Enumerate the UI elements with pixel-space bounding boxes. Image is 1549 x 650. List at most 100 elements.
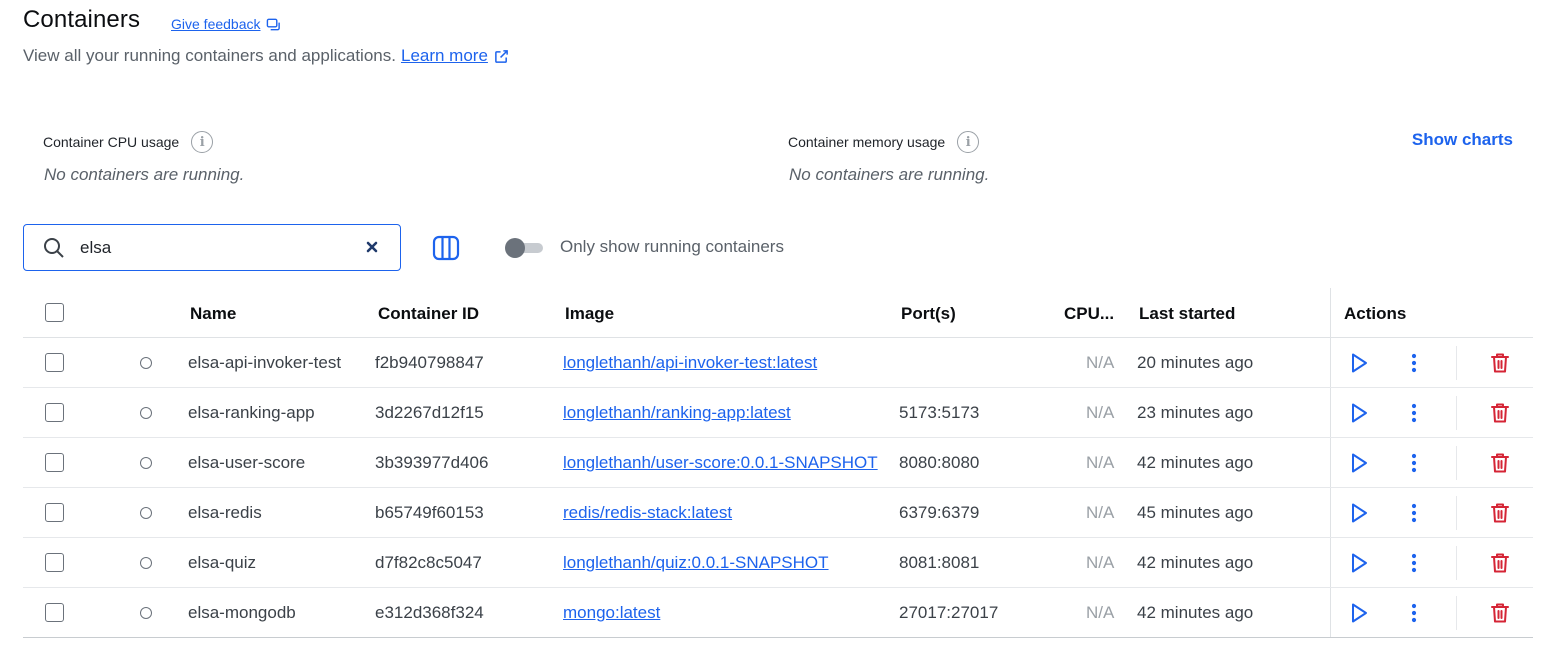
search-input[interactable]	[80, 237, 350, 258]
stopped-status-icon	[140, 407, 152, 419]
trash-icon	[1491, 603, 1509, 623]
col-image[interactable]: Image	[565, 304, 614, 324]
container-name[interactable]: elsa-mongodb	[188, 603, 296, 623]
learn-more-link[interactable]: Learn more	[401, 46, 509, 66]
start-button[interactable]	[1346, 350, 1372, 376]
col-name[interactable]: Name	[190, 304, 236, 324]
container-name[interactable]: elsa-quiz	[188, 553, 256, 573]
start-button[interactable]	[1346, 550, 1372, 576]
container-id: 3d2267d12f15	[375, 403, 484, 422]
container-image-link[interactable]: longlethanh/user-score:0.0.1-SNAPSHOT	[563, 453, 878, 473]
container-cpu: N/A	[1086, 553, 1115, 572]
container-image-link[interactable]: mongo:latest	[563, 603, 660, 623]
more-vertical-icon	[1411, 503, 1417, 523]
row-checkbox[interactable]	[45, 403, 64, 422]
play-icon	[1352, 353, 1367, 373]
running-only-toggle[interactable]	[505, 238, 543, 258]
play-icon	[1352, 453, 1367, 473]
container-ports[interactable]: 6379:6379	[899, 503, 979, 523]
delete-button[interactable]	[1487, 500, 1513, 526]
memory-usage-empty: No containers are running.	[789, 165, 990, 184]
more-actions-button[interactable]	[1401, 550, 1427, 576]
col-ports[interactable]: Port(s)	[901, 304, 956, 324]
memory-usage-label: Container memory usage i	[788, 131, 980, 153]
more-actions-button[interactable]	[1401, 600, 1427, 626]
row-checkbox[interactable]	[45, 503, 64, 522]
delete-button[interactable]	[1487, 350, 1513, 376]
container-name[interactable]: elsa-api-invoker-test	[188, 353, 341, 373]
info-icon[interactable]: i	[191, 131, 214, 153]
container-name[interactable]: elsa-user-score	[188, 453, 305, 473]
more-actions-button[interactable]	[1401, 400, 1427, 426]
container-cpu: N/A	[1086, 503, 1115, 522]
more-vertical-icon	[1411, 603, 1417, 623]
container-last-started: 42 minutes ago	[1137, 453, 1254, 472]
container-cpu: N/A	[1086, 603, 1115, 622]
container-image-link[interactable]: longlethanh/api-invoker-test:latest	[563, 353, 817, 373]
give-feedback-link[interactable]: Give feedback	[171, 16, 281, 32]
container-image-link[interactable]: redis/redis-stack:latest	[563, 503, 732, 523]
table-row: elsa-user-score 3b393977d406 longlethanh…	[23, 438, 1533, 488]
container-name[interactable]: elsa-redis	[188, 503, 262, 523]
col-last-started[interactable]: Last started	[1139, 304, 1235, 324]
container-id: 3b393977d406	[375, 453, 489, 472]
info-icon[interactable]: i	[957, 131, 980, 153]
cpu-usage-empty: No containers are running.	[44, 165, 245, 184]
clear-search-icon[interactable]	[364, 239, 380, 255]
running-only-label: Only show running containers	[560, 237, 784, 256]
delete-button[interactable]	[1487, 450, 1513, 476]
col-container-id[interactable]: Container ID	[378, 304, 479, 324]
container-last-started: 42 minutes ago	[1137, 553, 1254, 572]
trash-icon	[1491, 553, 1509, 573]
toggle-knob	[505, 238, 525, 258]
delete-button[interactable]	[1487, 600, 1513, 626]
play-icon	[1352, 553, 1367, 573]
more-actions-button[interactable]	[1401, 450, 1427, 476]
stopped-status-icon	[140, 607, 152, 619]
container-image-link[interactable]: longlethanh/quiz:0.0.1-SNAPSHOT	[563, 553, 829, 573]
play-icon	[1352, 603, 1367, 623]
actions-separator	[1456, 496, 1457, 530]
container-cpu: N/A	[1086, 403, 1115, 422]
search-icon	[44, 237, 64, 258]
subtitle-text: View all your running containers and app…	[23, 46, 396, 65]
select-all-checkbox[interactable]	[45, 303, 64, 322]
table-row: elsa-quiz d7f82c8c5047 longlethanh/quiz:…	[23, 538, 1533, 588]
feedback-icon	[266, 18, 280, 30]
container-cpu: N/A	[1086, 353, 1115, 372]
actions-separator	[1456, 446, 1457, 480]
row-checkbox[interactable]	[45, 603, 64, 622]
col-cpu[interactable]: CPU...	[1064, 304, 1114, 324]
start-button[interactable]	[1346, 450, 1372, 476]
start-button[interactable]	[1346, 600, 1372, 626]
container-ports[interactable]: 8080:8080	[899, 453, 979, 473]
start-button[interactable]	[1346, 500, 1372, 526]
container-name[interactable]: elsa-ranking-app	[188, 403, 315, 423]
more-actions-button[interactable]	[1401, 350, 1427, 376]
container-id: e312d368f324	[375, 603, 484, 622]
container-last-started: 42 minutes ago	[1137, 603, 1254, 622]
show-charts-button[interactable]: Show charts	[1412, 130, 1513, 150]
row-checkbox[interactable]	[45, 353, 64, 372]
columns-icon[interactable]	[432, 235, 460, 261]
row-checkbox[interactable]	[45, 453, 64, 472]
container-image-link[interactable]: longlethanh/ranking-app:latest	[563, 403, 791, 423]
container-last-started: 20 minutes ago	[1137, 353, 1254, 372]
more-actions-button[interactable]	[1401, 500, 1427, 526]
row-checkbox[interactable]	[45, 553, 64, 572]
container-id: d7f82c8c5047	[375, 553, 482, 572]
table-body: elsa-api-invoker-test f2b940798847 longl…	[23, 338, 1533, 638]
external-link-icon	[495, 49, 508, 63]
container-ports[interactable]: 8081:8081	[899, 553, 979, 573]
container-cpu: N/A	[1086, 453, 1115, 472]
delete-button[interactable]	[1487, 550, 1513, 576]
more-vertical-icon	[1411, 553, 1417, 573]
give-feedback-label: Give feedback	[171, 16, 261, 32]
start-button[interactable]	[1346, 400, 1372, 426]
search-box	[23, 224, 401, 271]
container-ports[interactable]: 5173:5173	[899, 403, 979, 423]
table-row: elsa-redis b65749f60153 redis/redis-stac…	[23, 488, 1533, 538]
container-ports[interactable]: 27017:27017	[899, 603, 998, 623]
page-subtitle: View all your running containers and app…	[23, 46, 509, 66]
delete-button[interactable]	[1487, 400, 1513, 426]
